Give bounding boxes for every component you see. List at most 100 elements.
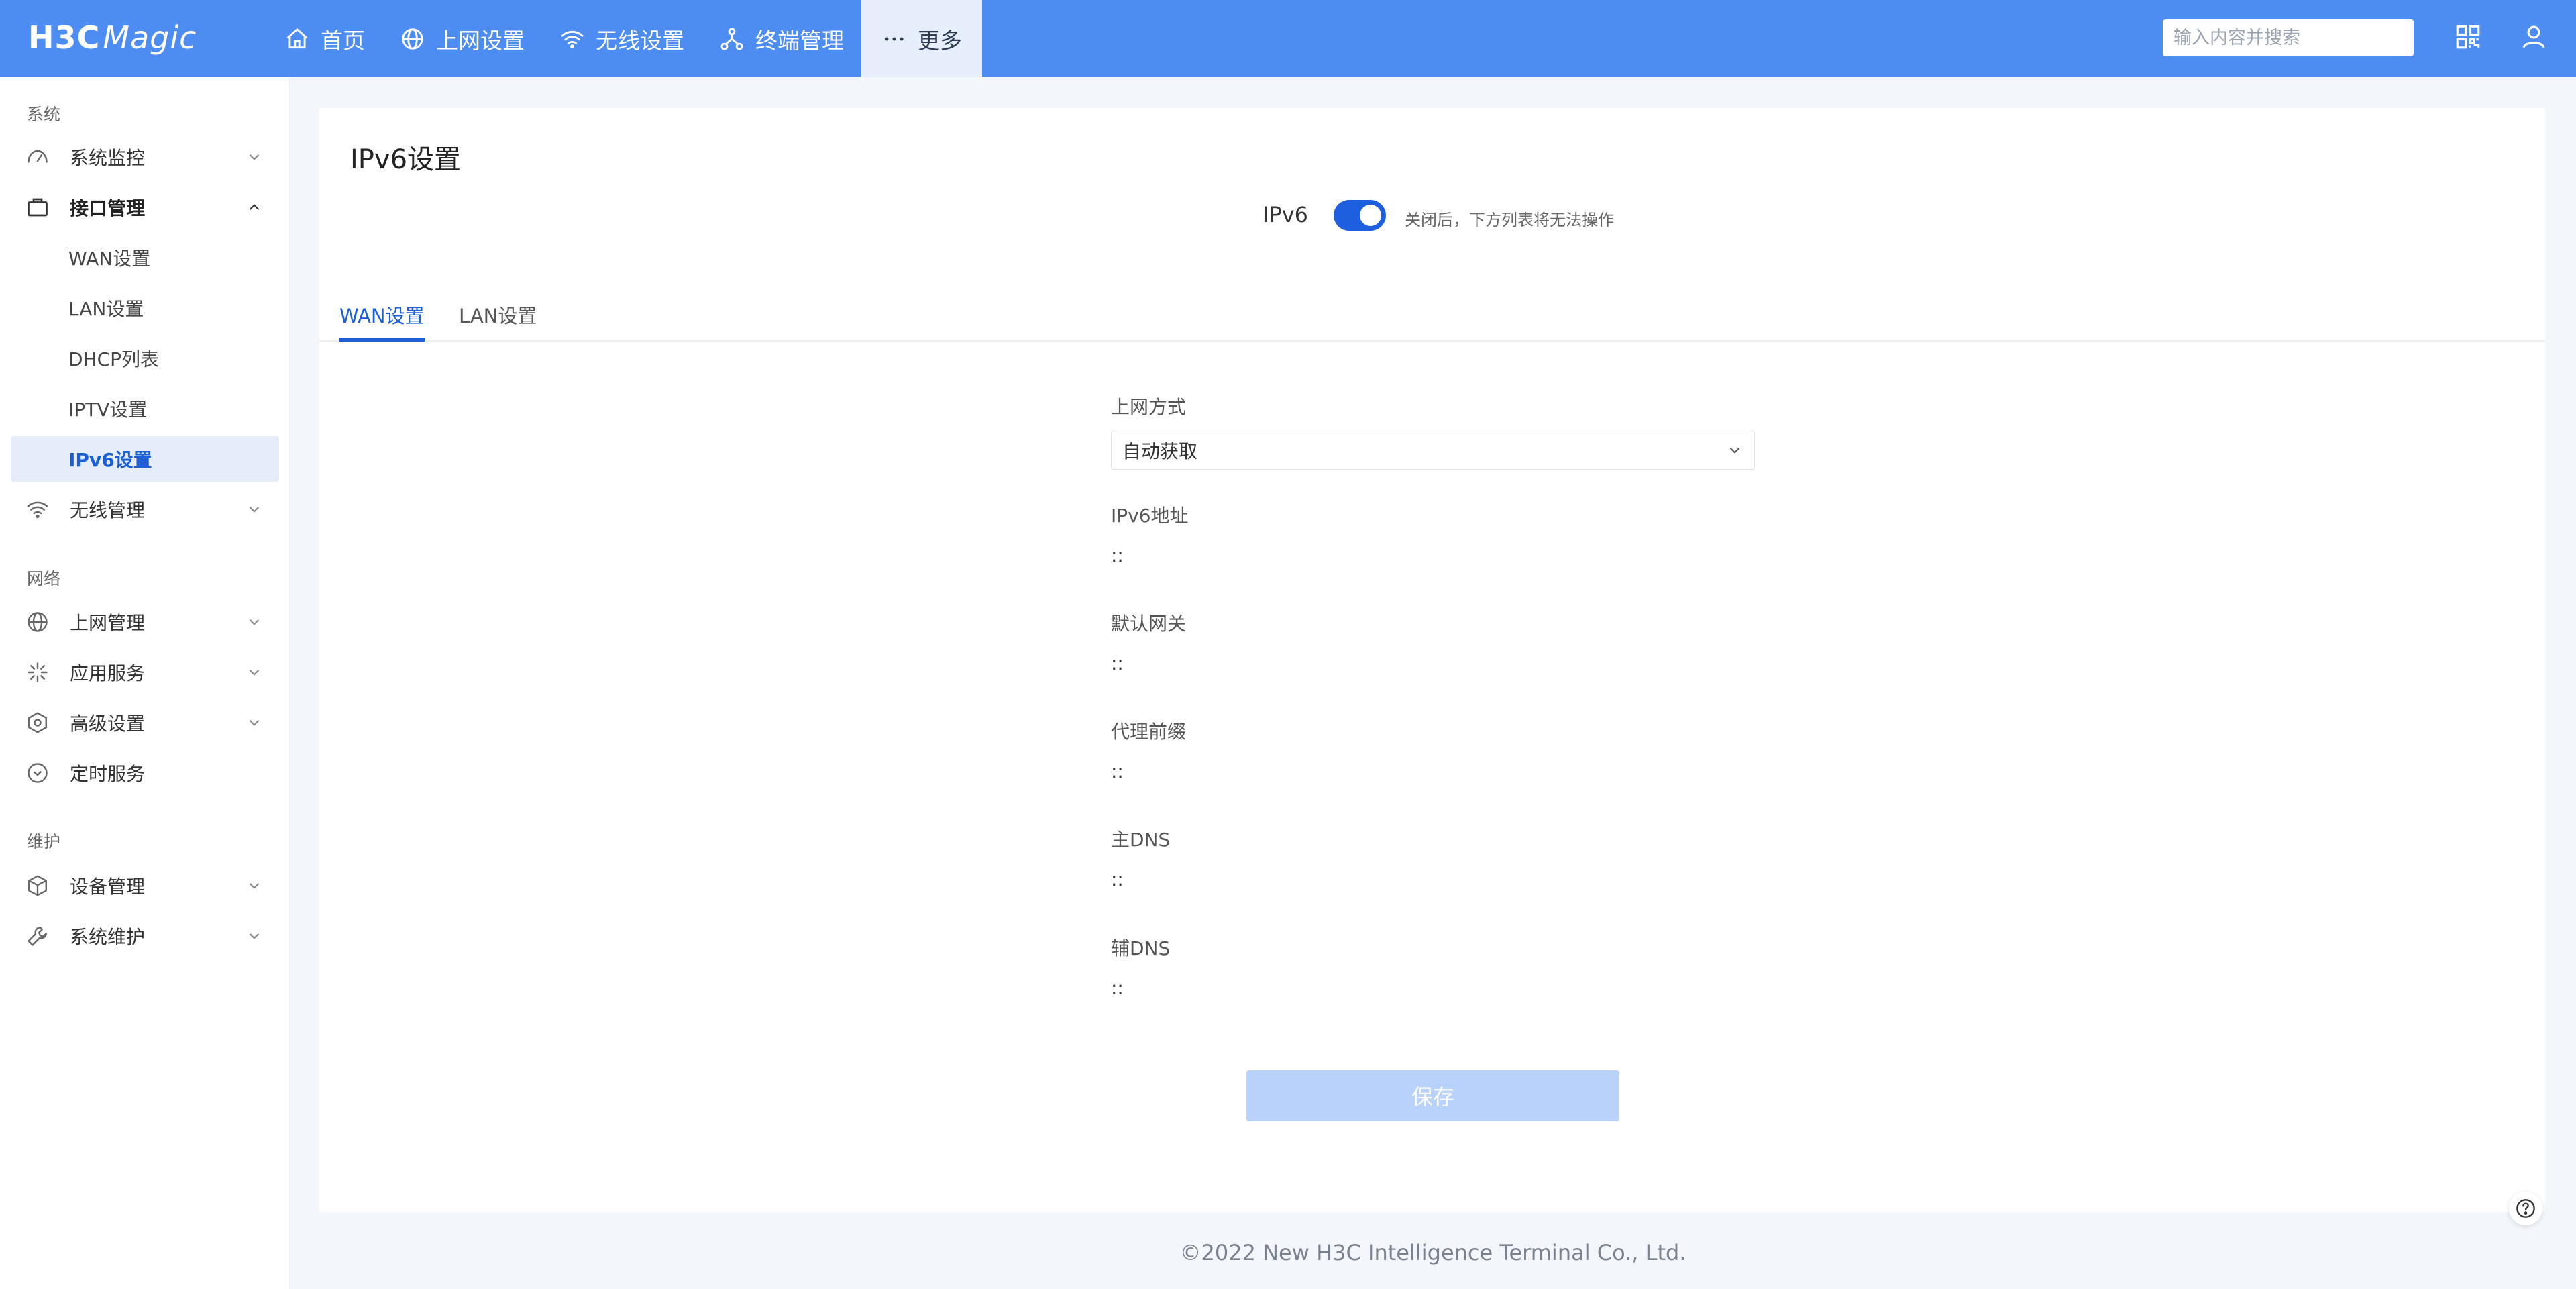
sidebar-item-scheduled-services[interactable]: 定时服务 [11, 750, 279, 796]
cube-icon [28, 875, 47, 896]
settings-tabs: WAN设置 LAN设置 [319, 297, 2545, 342]
h3c-magic-logo[interactable]: H3CMagic [28, 17, 197, 58]
question-icon [2516, 1199, 2535, 1218]
sidebar-item-label: 接口管理 [70, 197, 146, 219]
nav-label: 上网设置 [436, 27, 525, 54]
chevron-down-icon [249, 506, 260, 513]
sidebar-item-label: 设备管理 [70, 876, 146, 898]
sidebar-sub-label: LAN设置 [68, 298, 144, 320]
secondary-dns-value: :: [1111, 977, 1124, 999]
help-button[interactable] [2509, 1192, 2542, 1225]
globe-icon [28, 612, 48, 632]
home-icon [286, 28, 308, 48]
chevron-down-icon [249, 619, 260, 625]
sidebar-item-advanced-settings[interactable]: 高级设置 [11, 700, 279, 745]
wifi-icon [27, 501, 48, 519]
sidebar: 系统 系统监控 接口管理 WAN设置 LAN设置 DHCP列表 IPTV设置 I… [0, 77, 290, 1289]
nav-label: 更多 [918, 27, 962, 54]
sidebar-item-device-management[interactable]: 设备管理 [11, 863, 279, 909]
sidebar-sub-label: IPTV设置 [68, 399, 148, 421]
globe-icon [402, 28, 423, 50]
logo-main-text: H3C [28, 19, 101, 56]
sidebar-group-system: 系统 [27, 105, 61, 124]
proxy-prefix-label: 代理前缀 [1111, 721, 1187, 743]
connection-mode-value: 自动获取 [1122, 440, 1198, 462]
search-input[interactable] [2174, 28, 2403, 48]
ipv6-toggle[interactable] [1334, 200, 1386, 231]
gauge-icon [28, 150, 48, 163]
connection-mode-select[interactable]: 自动获取 [1111, 431, 1755, 470]
chevron-down-icon [249, 669, 260, 676]
ipv6-toggle-hint: 关闭后，下方列表将无法操作 [1405, 211, 1614, 229]
logo-sub-text: Magic [103, 19, 197, 56]
chevron-down-icon [249, 933, 260, 939]
sparkle-icon [28, 662, 48, 682]
nav-label: 首页 [321, 27, 365, 54]
qr-code-icon[interactable] [2454, 23, 2482, 51]
wrench-icon [28, 927, 47, 946]
footer-copyright: ©2022 New H3C Intelligence Terminal Co.,… [1179, 1240, 1686, 1266]
sidebar-sub-ipv6[interactable]: IPv6设置 [11, 436, 279, 482]
chevron-down-icon [249, 719, 260, 726]
nav-label: 终端管理 [755, 27, 844, 54]
sidebar-item-wireless-management[interactable]: 无线管理 [11, 486, 279, 532]
ipv6-toggle-label: IPv6 [1263, 202, 1309, 227]
network-icon [720, 28, 743, 50]
ipv6-settings-panel: IPv6设置 IPv6 关闭后，下方列表将无法操作 WAN设置 LAN设置 上网… [319, 108, 2545, 1212]
page-title: IPv6设置 [350, 144, 462, 175]
sidebar-item-app-services[interactable]: 应用服务 [11, 650, 279, 695]
sidebar-sub-label: WAN设置 [68, 248, 151, 270]
sidebar-sub-lan[interactable]: LAN设置 [11, 285, 279, 331]
primary-dns-value: :: [1111, 868, 1124, 890]
nav-item-internet[interactable]: 上网设置 [382, 0, 542, 77]
nav-item-wireless[interactable]: 无线设置 [542, 0, 702, 77]
tab-lan[interactable]: LAN设置 [459, 297, 537, 342]
nav-label: 无线设置 [596, 27, 684, 54]
top-nav: 首页 上网设置 无线设置 终端管理 更多 [267, 0, 982, 77]
sidebar-group-maintenance: 维护 [27, 832, 61, 852]
chevron-down-icon [249, 154, 260, 160]
chevron-down-icon [249, 882, 260, 889]
nav-item-home[interactable]: 首页 [267, 0, 382, 77]
sidebar-item-label: 系统监控 [70, 147, 146, 169]
secondary-dns-label: 辅DNS [1111, 937, 1171, 960]
sidebar-item-system-maintenance[interactable]: 系统维护 [11, 913, 279, 959]
more-icon [885, 36, 904, 41]
clock-icon [28, 763, 48, 783]
sidebar-sub-dhcp[interactable]: DHCP列表 [11, 336, 279, 381]
default-gateway-label: 默认网关 [1111, 613, 1187, 635]
user-icon[interactable] [2520, 23, 2548, 51]
default-gateway-value: :: [1111, 652, 1124, 674]
sidebar-item-internet-management[interactable]: 上网管理 [11, 599, 279, 645]
sidebar-item-label: 高级设置 [70, 713, 146, 735]
sidebar-item-label: 无线管理 [70, 499, 146, 521]
proxy-prefix-value: :: [1111, 760, 1124, 782]
sidebar-sub-label: IPv6设置 [68, 449, 152, 471]
sidebar-item-label: 上网管理 [70, 612, 146, 634]
sidebar-sub-iptv[interactable]: IPTV设置 [11, 386, 279, 431]
sidebar-item-system-monitor[interactable]: 系统监控 [11, 134, 279, 180]
nav-item-terminals[interactable]: 终端管理 [702, 0, 861, 77]
sidebar-group-network: 网络 [27, 569, 61, 588]
sidebar-item-interface-management[interactable]: 接口管理 [11, 185, 279, 230]
hexagon-icon [28, 712, 47, 733]
top-bar: H3CMagic 首页 上网设置 无线设置 终端管理 更多 [0, 0, 2576, 77]
ipv6-toggle-row: IPv6 关闭后，下方列表将无法操作 [319, 195, 2545, 236]
connection-mode-label: 上网方式 [1111, 396, 1187, 418]
chevron-down-icon [1729, 447, 1740, 454]
nav-item-more[interactable]: 更多 [861, 0, 982, 77]
briefcase-icon [28, 198, 48, 217]
ipv6-address-label: IPv6地址 [1111, 505, 1189, 527]
sidebar-sub-label: DHCP列表 [68, 348, 160, 370]
sidebar-item-label: 系统维护 [70, 926, 146, 948]
sidebar-sub-wan[interactable]: WAN设置 [11, 235, 279, 280]
sidebar-item-label: 应用服务 [70, 662, 146, 684]
search-box [2163, 19, 2414, 56]
primary-dns-label: 主DNS [1111, 829, 1171, 851]
sidebar-item-label: 定时服务 [70, 763, 146, 785]
tab-wan[interactable]: WAN设置 [339, 297, 425, 342]
ipv6-address-value: :: [1111, 544, 1124, 566]
save-button[interactable]: 保存 [1246, 1070, 1619, 1121]
chevron-up-icon [249, 204, 260, 211]
wifi-icon [561, 30, 584, 48]
